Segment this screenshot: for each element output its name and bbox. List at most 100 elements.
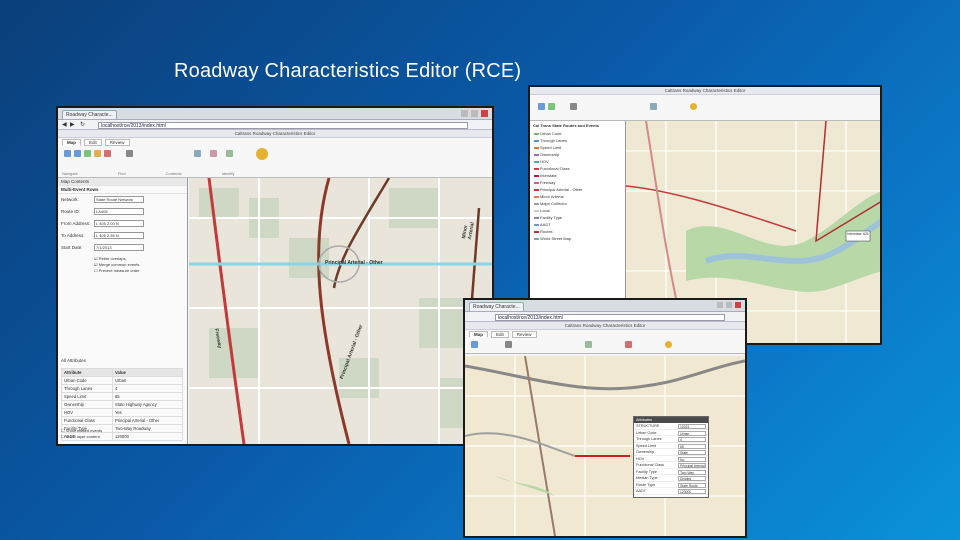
identify-icon[interactable] [690, 103, 697, 110]
toc-item[interactable]: Routes [530, 228, 625, 235]
back-icon[interactable]: ◀ [62, 121, 67, 128]
table-row[interactable]: Functional Class Principal Arterial - Oth… [61, 416, 184, 425]
editor-field-input[interactable]: 4 [678, 437, 706, 442]
legend-swatch-icon [534, 182, 539, 184]
url-field[interactable]: localhost/rce/2013/index.html [495, 314, 725, 321]
screenshot-rce-editor: Roadway Characte... localhost/rce/2013/i… [463, 298, 747, 538]
identify-icon[interactable] [256, 148, 268, 160]
ribbon-tab-review[interactable]: Review [104, 139, 130, 146]
layers-icon[interactable] [650, 103, 657, 110]
legend-swatch-icon [534, 154, 539, 156]
zoom-out-icon[interactable] [74, 150, 81, 157]
toc-item[interactable]: Interstate [530, 172, 625, 179]
toc-item[interactable]: Minor Arterial [530, 193, 625, 200]
checkbox-label: Show related events [65, 428, 102, 433]
table-cell: HOV [61, 408, 113, 417]
toc-item[interactable]: World Street Map [530, 235, 625, 242]
toc-item[interactable]: Principal Arterial - Other [530, 186, 625, 193]
zoom-in-icon[interactable] [64, 150, 71, 157]
panel-title: Multi-Event Rows [58, 186, 187, 194]
toc-item-label: World Street Map [540, 236, 572, 241]
table-cell: 65 [111, 392, 184, 401]
route-id-input[interactable]: LA405 [94, 208, 144, 215]
maximize-icon[interactable] [726, 302, 732, 308]
toc-item[interactable]: Through Lanes [530, 137, 625, 144]
maximize-icon[interactable] [471, 110, 478, 117]
table-row[interactable]: Urban Code Urban [61, 376, 184, 385]
ribbon-tab-map[interactable]: Map [62, 139, 81, 146]
toc-item-label: Freeway [540, 180, 556, 185]
toc-item[interactable]: HOV [530, 158, 625, 165]
checkbox-prevent[interactable]: ☐ Prevent measure order [94, 268, 187, 274]
from-address-input[interactable]: L 405 2.00 N [94, 220, 144, 227]
legend-swatch-icon [534, 140, 539, 142]
editor-field-input[interactable]: Principal Arterial [678, 463, 706, 468]
table-row[interactable]: Through Lanes 4 [61, 384, 184, 393]
toc-item[interactable]: Urban Code [530, 130, 625, 137]
zoom-in-icon[interactable] [471, 341, 478, 348]
layers-icon[interactable] [194, 150, 201, 157]
table-row[interactable]: Speed Limit 65 [61, 392, 184, 401]
toc-item[interactable]: Speed Limit [530, 144, 625, 151]
pan-icon[interactable] [548, 103, 555, 110]
to-address-input[interactable]: L 405 2.35 N [94, 232, 144, 239]
editor-field-input[interactable]: Urban [678, 430, 706, 436]
editor-field-input[interactable]: 65 [678, 443, 706, 449]
start-date-input[interactable]: 7/1/2013 [94, 244, 144, 251]
map-view[interactable]: Principal Arterial - Other Minor Arteria… [189, 178, 492, 444]
toc-item-label: Speed Limit [540, 145, 562, 150]
reload-icon[interactable]: ↻ [80, 121, 85, 128]
ribbon: Map Edit Review [465, 330, 745, 354]
ribbon-tab-edit[interactable]: Edit [84, 139, 102, 146]
url-field[interactable]: localhost/rce/2013/index.html [98, 122, 468, 129]
map-canvas[interactable] [189, 178, 492, 444]
find-icon[interactable] [570, 103, 577, 110]
toc-item-label: Ownership [540, 152, 560, 157]
toc-item[interactable]: Ownership [530, 151, 625, 158]
toc-item[interactable]: Functional Class [530, 165, 625, 172]
minimize-icon[interactable] [461, 110, 468, 117]
table-cell: Two-Way Roadway [111, 424, 184, 433]
identify-icon[interactable] [665, 341, 672, 348]
network-select[interactable]: State Route Network [94, 196, 144, 203]
toc-item[interactable]: Facility Type [530, 214, 625, 221]
editor-field-input[interactable]: 120000 [678, 489, 706, 494]
prev-extent-icon[interactable] [104, 150, 111, 157]
browser-tab[interactable]: Roadway Characte... [469, 302, 524, 311]
ribbon-tab-edit[interactable]: Edit [491, 331, 509, 338]
toc-item[interactable]: AADT [530, 221, 625, 228]
minimize-icon[interactable] [717, 302, 723, 308]
toc-item[interactable]: Major Collector [530, 200, 625, 207]
zoom-in-icon[interactable] [538, 103, 545, 110]
add-data-icon[interactable] [226, 150, 233, 157]
close-icon[interactable] [481, 110, 488, 117]
toc-item[interactable]: Freeway [530, 179, 625, 186]
close-icon[interactable] [735, 302, 741, 308]
table-row[interactable]: HOV Yes [61, 408, 184, 417]
editor-field-input[interactable]: 10021 [678, 424, 706, 429]
ribbon-tab-review[interactable]: Review [511, 331, 537, 338]
editor-field-input[interactable]: Divided [678, 476, 706, 481]
legend-swatch-icon [534, 210, 539, 212]
legend-swatch-icon [534, 217, 539, 219]
pan-icon[interactable] [84, 150, 91, 157]
ribbon-tab-map[interactable]: Map [469, 331, 488, 338]
table-cell: State Highway Agency [111, 400, 184, 409]
field-from: From Address: L 405 2.00 N [58, 218, 187, 230]
forward-icon[interactable]: ▶ [70, 121, 75, 128]
bookmarks-icon[interactable] [210, 150, 217, 157]
toc-item[interactable]: Local [530, 207, 625, 214]
editor-field-input[interactable]: State Route [678, 482, 706, 488]
editor-field-input[interactable]: Two-Way [678, 469, 706, 475]
table-row[interactable]: Ownership State Highway Agency [61, 400, 184, 409]
save-icon[interactable] [625, 341, 632, 348]
checkbox-layer[interactable]: ☐ Show layer content [61, 434, 102, 440]
editor-field-input[interactable]: No [678, 456, 706, 462]
editor-field-input[interactable]: State [678, 450, 706, 455]
table-cell: 4 [111, 384, 184, 393]
find-icon[interactable] [505, 341, 512, 348]
browser-tab[interactable]: Roadway Characte... [62, 110, 117, 119]
edit-icon[interactable] [585, 341, 592, 348]
find-icon[interactable] [126, 150, 133, 157]
full-extent-icon[interactable] [94, 150, 101, 157]
